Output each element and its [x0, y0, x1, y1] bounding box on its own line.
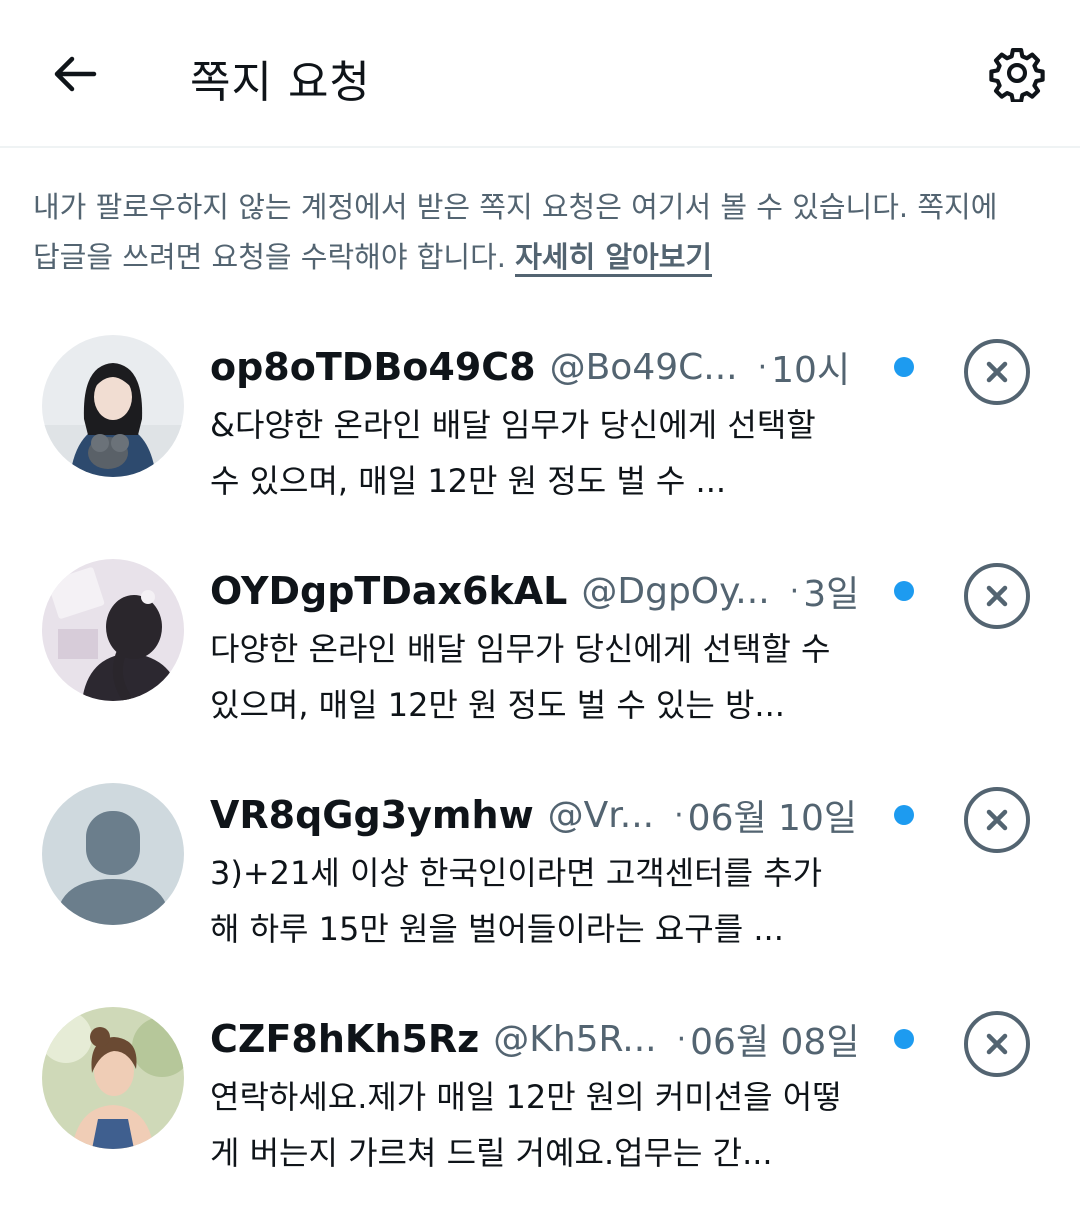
- message-preview: 다양한 온라인 배달 임무가 당신에게 선택할 수 있으며, 매일 12만 원 …: [210, 630, 831, 724]
- handle: @Bo49C...: [549, 346, 738, 388]
- message-preview: &다양한 온라인 배달 임무가 당신에게 선택할 수 있으며, 매일 12만 원…: [210, 406, 816, 500]
- name-line: op8oTDBo49C8 @Bo49C... · 10시: [210, 341, 870, 393]
- message-request-row[interactable]: op8oTDBo49C8 @Bo49C... · 10시 &다양한 온라인 배달…: [0, 335, 1080, 535]
- message-preview: 3)+21세 이상 한국인이라면 고객센터를 추가해 하루 15만 원을 벌어들…: [210, 854, 823, 948]
- gear-icon: [989, 47, 1045, 102]
- handle: @Kh5R...: [493, 1018, 657, 1060]
- unread-indicator: [894, 805, 914, 825]
- close-icon: [986, 585, 1008, 607]
- timestamp: 06월 08일: [690, 1022, 860, 1063]
- requests-notice: 내가 팔로우하지 않는 계정에서 받은 쪽지 요청은 여기서 볼 수 있습니다.…: [33, 182, 1033, 282]
- close-icon: [986, 361, 1008, 383]
- learn-more-link[interactable]: 자세히 알아보기: [515, 240, 713, 277]
- page-title: 쪽지 요청: [190, 57, 371, 108]
- message-request-row[interactable]: OYDgpTDax6kAL @DgpOy... · 3일 다양한 온라인 배달 …: [0, 559, 1080, 759]
- settings-button[interactable]: [984, 40, 1050, 106]
- avatar-photo: [42, 1007, 184, 1149]
- close-icon: [986, 1033, 1008, 1055]
- unread-indicator: [894, 1029, 914, 1049]
- unread-indicator: [894, 357, 914, 377]
- dismiss-button[interactable]: [964, 563, 1030, 629]
- unread-indicator: [894, 581, 914, 601]
- message-preview: 연락하세요.제가 매일 12만 원의 커미션을 어떻게 버는지 가르쳐 드릴 거…: [210, 1078, 842, 1172]
- dismiss-button[interactable]: [964, 1011, 1030, 1077]
- separator: ·: [789, 573, 800, 609]
- separator: ·: [676, 1021, 687, 1057]
- timestamp: 10시: [771, 350, 851, 391]
- arrow-left-icon: [54, 56, 97, 92]
- display-name: VR8qGg3ymhw: [210, 793, 534, 837]
- timestamp: 06월 10일: [687, 798, 857, 839]
- back-button[interactable]: [44, 44, 104, 104]
- top-app-bar: 쪽지 요청: [0, 0, 1080, 148]
- name-line: VR8qGg3ymhw @Vr... · 06월 10일: [210, 789, 870, 841]
- handle: @Vr...: [547, 794, 655, 836]
- handle: @DgpOy...: [581, 570, 770, 612]
- display-name: op8oTDBo49C8: [210, 345, 536, 389]
- display-name: OYDgpTDax6kAL: [210, 569, 568, 613]
- name-line: OYDgpTDax6kAL @DgpOy... · 3일: [210, 565, 870, 617]
- avatar-photo: [42, 559, 184, 701]
- separator: ·: [674, 797, 684, 833]
- default-profile-icon: [42, 783, 184, 925]
- display-name: CZF8hKh5Rz: [210, 1017, 480, 1061]
- avatar-photo: [42, 335, 184, 477]
- avatar[interactable]: [42, 559, 184, 701]
- dismiss-button[interactable]: [964, 787, 1030, 853]
- separator: ·: [757, 349, 768, 385]
- avatar[interactable]: [42, 335, 184, 477]
- message-request-row[interactable]: CZF8hKh5Rz @Kh5R... · 06월 08일 연락하세요.제가 매…: [0, 1007, 1080, 1207]
- name-line: CZF8hKh5Rz @Kh5R... · 06월 08일: [210, 1013, 870, 1065]
- close-icon: [986, 809, 1008, 831]
- message-request-row[interactable]: VR8qGg3ymhw @Vr... · 06월 10일 3)+21세 이상 한…: [0, 783, 1080, 983]
- timestamp: 3일: [803, 574, 860, 615]
- avatar[interactable]: [42, 1007, 184, 1149]
- avatar[interactable]: [42, 783, 184, 925]
- dismiss-button[interactable]: [964, 339, 1030, 405]
